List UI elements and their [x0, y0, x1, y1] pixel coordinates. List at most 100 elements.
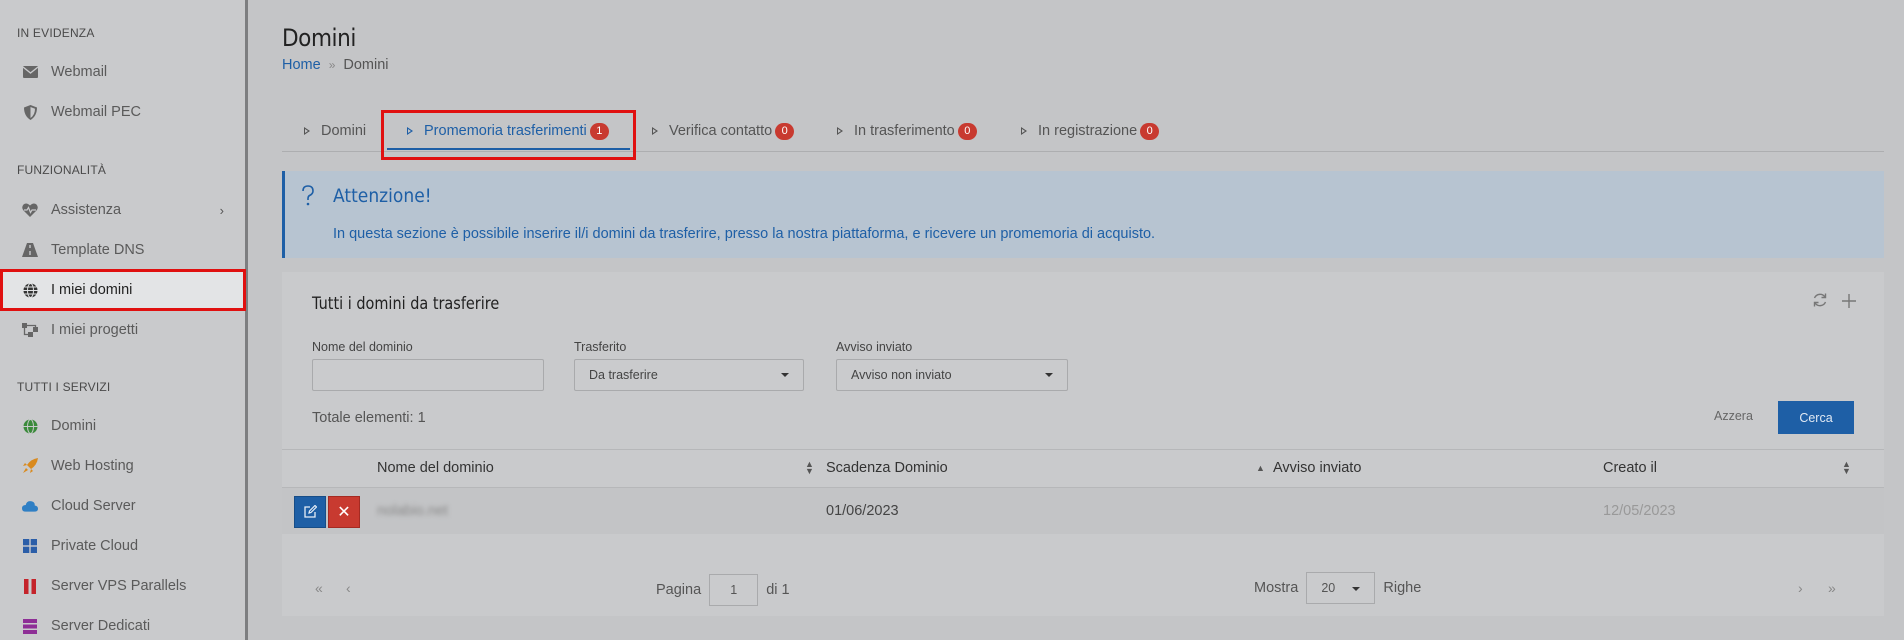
- tab-active-indicator: [387, 148, 630, 150]
- envelope-icon: [22, 64, 38, 80]
- sidebar-item-web-hosting[interactable]: Web Hosting: [0, 446, 246, 486]
- plus-icon[interactable]: [1842, 292, 1856, 313]
- tab-label: Promemoria trasferimenti: [424, 123, 587, 139]
- sidebar-item-domini[interactable]: Domini: [0, 406, 246, 446]
- close-icon: ✕: [337, 504, 351, 521]
- sidebar-item-cloud-server[interactable]: Cloud Server: [0, 486, 246, 526]
- count-badge: 0: [957, 122, 977, 140]
- edit-icon: [304, 505, 317, 518]
- tab-label: Verifica contatto: [669, 123, 773, 139]
- transferred-select[interactable]: Da trasferire: [574, 359, 804, 391]
- cell-domain: nolabio.net: [377, 503, 448, 519]
- table-header: Nome del dominio ▲ ▼ Scadenza Dominio ▲ A…: [282, 449, 1884, 488]
- globe-icon: [22, 418, 38, 434]
- card-title: Tutti i domini da trasferire: [312, 294, 500, 314]
- rows-label: Righe: [1383, 579, 1422, 596]
- sidebar-item-label: Server VPS Parallels: [51, 578, 187, 594]
- question-icon: [301, 185, 315, 213]
- breadcrumb: Home » Domini: [282, 57, 389, 73]
- sort-icon[interactable]: ▲ ▼: [1842, 460, 1851, 476]
- column-header-created[interactable]: Creato il: [1603, 460, 1657, 476]
- info-alert: Attenzione! In questa sezione è possibil…: [282, 171, 1884, 258]
- breadcrumb-current: Domini: [343, 57, 389, 73]
- tab-in-trasferimento[interactable]: In trasferimento 0: [837, 110, 977, 152]
- refresh-icon[interactable]: [1812, 292, 1828, 313]
- sidebar-item-webmail[interactable]: Webmail: [0, 52, 246, 92]
- column-header-expiry[interactable]: Scadenza Dominio: [826, 460, 948, 476]
- cell-created: 12/05/2023: [1603, 503, 1676, 519]
- sidebar-section-all-services: TUTTI I SERVIZI: [17, 380, 111, 394]
- caret-down-icon: [1352, 587, 1361, 591]
- sidebar-item-label: Assistenza: [51, 202, 122, 218]
- domain-filter-label: Nome del dominio: [312, 340, 413, 354]
- domain-filter-input[interactable]: [312, 359, 544, 391]
- breadcrumb-home-link[interactable]: Home: [282, 57, 321, 73]
- page-indicator: Pagina 1 di 1: [656, 574, 790, 606]
- heartbeat-icon: [22, 202, 38, 218]
- domains-card: Tutti i domini da trasferire Nome del do…: [282, 272, 1884, 616]
- rows-per-page: Mostra 20 Righe: [1254, 572, 1421, 604]
- reset-button[interactable]: Azzera: [1714, 409, 1753, 423]
- sidebar-item-i-miei-progetti[interactable]: I miei progetti: [0, 310, 246, 350]
- caret-right-icon: [407, 127, 413, 135]
- sidebar-item-label: I miei domini: [51, 282, 133, 298]
- page-label: Pagina: [656, 581, 702, 598]
- sidebar-item-server-vps-parallels[interactable]: Server VPS Parallels: [0, 566, 246, 606]
- caret-right-icon: [1021, 127, 1027, 135]
- chevron-right-icon: ›: [219, 202, 224, 218]
- sidebar-item-webmail-pec[interactable]: Webmail PEC: [0, 92, 246, 132]
- prev-page-button[interactable]: ‹: [346, 580, 351, 596]
- tab-in-registrazione[interactable]: In registrazione 0: [1021, 110, 1160, 152]
- rows-per-page-select[interactable]: 20: [1306, 572, 1376, 604]
- sort-asc-icon[interactable]: ▲: [1256, 464, 1265, 473]
- edit-button[interactable]: [294, 496, 326, 528]
- sidebar-item-label: Web Hosting: [51, 458, 134, 474]
- page-title: Domini: [282, 24, 356, 52]
- count-badge: 1: [589, 122, 609, 140]
- sidebar-item-i-miei-domini[interactable]: I miei domini: [0, 269, 246, 311]
- tab-domini[interactable]: Domini: [304, 110, 366, 152]
- sidebar-item-label: Template DNS: [51, 242, 145, 258]
- caret-right-icon: [837, 127, 843, 135]
- sidebar-item-label: Private Cloud: [51, 538, 139, 554]
- total-elements: Totale elementi: 1: [312, 410, 426, 426]
- next-page-button[interactable]: ›: [1798, 580, 1803, 596]
- windows-icon: [22, 538, 38, 554]
- tab-label: In trasferimento: [854, 123, 955, 139]
- tab-bar: Domini Promemoria trasferimenti 1 Verifi…: [282, 110, 1884, 160]
- caret-down-icon: [1045, 373, 1053, 377]
- select-value: Da trasferire: [589, 368, 658, 382]
- sort-icon[interactable]: ▲ ▼: [805, 460, 814, 476]
- globe-icon: [22, 282, 38, 298]
- column-header-domain[interactable]: Nome del dominio: [377, 460, 494, 476]
- select-value: Avviso non inviato: [851, 368, 952, 382]
- server-icon: [22, 618, 38, 634]
- last-page-button[interactable]: »: [1828, 580, 1836, 596]
- sidebar-item-server-dedicati[interactable]: Server Dedicati: [0, 606, 246, 640]
- sidebar-item-label: Cloud Server: [51, 498, 136, 514]
- alert-message: In questa sezione è possibile inserire i…: [333, 226, 1156, 242]
- tab-verifica-contatto[interactable]: Verifica contatto 0: [652, 110, 795, 152]
- tab-label: In registrazione: [1038, 123, 1138, 139]
- sidebar-item-assistenza[interactable]: Assistenza ›: [0, 190, 246, 230]
- cell-expiry: 01/06/2023: [826, 503, 899, 519]
- search-button[interactable]: Cerca: [1778, 401, 1854, 434]
- page-number-input[interactable]: 1: [709, 574, 759, 606]
- sidebar-item-template-dns[interactable]: Template DNS: [0, 230, 246, 270]
- tab-promemoria-trasferimenti[interactable]: Promemoria trasferimenti 1: [407, 110, 609, 152]
- notice-select[interactable]: Avviso non inviato: [836, 359, 1068, 391]
- cloud-icon: [22, 498, 38, 514]
- caret-down-icon: [781, 373, 789, 377]
- card-tools: [1812, 292, 1856, 313]
- sidebar-section-featured: IN EVIDENZA: [17, 26, 95, 40]
- sidebar-item-label: Server Dedicati: [51, 618, 151, 634]
- column-header-notice[interactable]: Avviso inviato: [1273, 460, 1361, 476]
- delete-button[interactable]: ✕: [328, 496, 360, 528]
- sitemap-icon: [22, 322, 38, 338]
- sidebar-item-label: Domini: [51, 418, 97, 434]
- sidebar-item-label: Webmail PEC: [51, 104, 141, 120]
- first-page-button[interactable]: «: [315, 580, 323, 596]
- sidebar-item-private-cloud[interactable]: Private Cloud: [0, 526, 246, 566]
- count-badge: 0: [775, 122, 795, 140]
- page-total: di 1: [766, 581, 790, 598]
